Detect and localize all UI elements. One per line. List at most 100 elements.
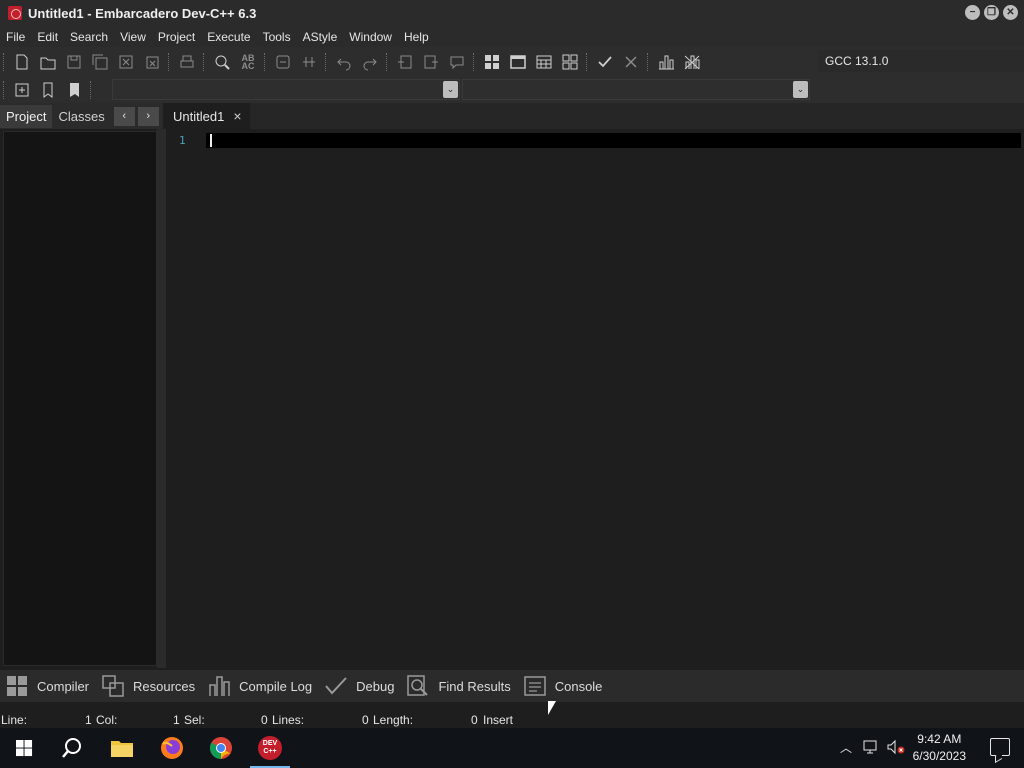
compile-run-icon[interactable] [531,50,557,74]
tab-classes[interactable]: Classes [52,105,110,128]
status-mode: Insert [483,713,514,727]
comment-icon[interactable] [444,50,470,74]
chevron-up-icon[interactable]: ︿ [840,739,852,756]
menu-tools[interactable]: Tools [257,30,297,44]
firefox-icon[interactable] [148,728,196,768]
compile-icon[interactable] [479,50,505,74]
member-combo[interactable]: ⌄ [462,79,810,100]
new-file-icon[interactable] [9,50,35,74]
undo-icon[interactable] [331,50,357,74]
menu-window[interactable]: Window [343,30,398,44]
project-tree[interactable] [3,131,157,666]
save-icon[interactable] [61,50,87,74]
menu-edit[interactable]: Edit [31,30,64,44]
tab-project[interactable]: Project [0,104,53,128]
close-tab-icon[interactable]: × [233,108,241,124]
file-explorer-icon[interactable] [98,728,146,768]
chevron-left-icon[interactable]: ‹ [113,106,135,126]
tab-compile-log-label: Compile Log [239,678,313,694]
find-next-icon[interactable] [270,50,296,74]
network-icon[interactable] [862,739,880,758]
system-clock[interactable]: 9:42 AM 6/30/2023 [913,731,966,765]
profile-icon[interactable] [653,50,679,74]
toolbar-grip[interactable] [264,52,266,71]
toolbar-grip[interactable] [647,52,649,71]
bookmark-toggle-icon[interactable] [35,78,61,102]
indent-icon[interactable] [392,50,418,74]
tab-untitled1[interactable]: Untitled1 × [165,103,250,129]
tab-compiler[interactable]: Compiler [0,673,96,699]
toolbar-grip[interactable] [3,80,5,99]
replace-icon[interactable]: AB AC [235,50,261,74]
current-line-highlight [206,133,1021,148]
redo-icon[interactable] [357,50,383,74]
compiler-grid-icon [7,676,27,696]
close-window-icon[interactable]: ✕ [1003,5,1018,20]
class-combo[interactable]: ⌄ [112,79,460,100]
chevron-down-icon[interactable]: ⌄ [443,81,458,98]
devcpp-icon[interactable]: DEV C++ [246,728,294,768]
tab-compile-log[interactable]: Compile Log [202,673,319,699]
window-controls: − ❐ ✕ [965,5,1018,20]
rebuild-icon[interactable] [557,50,583,74]
menu-project[interactable]: Project [152,30,201,44]
chevron-down-icon[interactable]: ⌄ [793,81,808,98]
toolbar-grip[interactable] [386,52,388,71]
unindent-icon[interactable] [418,50,444,74]
toolbar-grip[interactable] [586,52,588,71]
status-sel-label: Sel: [184,713,205,727]
goto-bookmark-icon[interactable] [61,78,87,102]
volume-muted-icon[interactable] [886,739,906,758]
menu-astyle[interactable]: AStyle [297,30,344,44]
close-icon[interactable] [113,50,139,74]
compiler-select[interactable]: GCC 13.1.0 [818,50,1024,72]
toolbar-grip[interactable] [203,52,205,71]
devcpp-app-icon[interactable] [8,6,22,20]
menu-help[interactable]: Help [398,30,435,44]
goto-line-icon[interactable] [296,50,322,74]
chevron-right-icon[interactable]: › [137,106,159,126]
code-editor[interactable]: 1 [165,129,1024,668]
start-icon[interactable] [0,728,48,768]
window-title: Untitled1 - Embarcadero Dev-C++ 6.3 [28,5,257,21]
editor-tabs: Untitled1 × [165,103,1024,129]
console-icon [523,676,546,696]
syntax-check-icon[interactable] [592,50,618,74]
print-icon[interactable] [174,50,200,74]
tab-debug[interactable]: Debug [319,673,401,699]
clock-date: 6/30/2023 [912,749,966,763]
toolbar-grip[interactable] [3,52,5,71]
chrome-icon[interactable] [197,728,245,768]
notification-icon[interactable] [990,738,1010,756]
find-icon[interactable] [209,50,235,74]
toolbar-grip[interactable] [325,52,327,71]
menu-execute[interactable]: Execute [201,30,256,44]
close-all-icon[interactable] [139,50,165,74]
windows-taskbar: DEV C++ ︿ 9:42 AM 6/30/2023 [0,728,1024,768]
save-all-icon[interactable] [87,50,113,74]
status-lines-value: 0 [362,713,369,727]
mouse-pointer [548,701,556,715]
restore-icon[interactable]: ❐ [984,5,999,20]
open-file-icon[interactable] [35,50,61,74]
toolbar-grip[interactable] [90,80,92,99]
menu-file[interactable]: File [0,30,31,44]
run-icon[interactable] [505,50,531,74]
insert-icon[interactable] [9,78,35,102]
search-icon[interactable] [48,728,96,768]
toolbar-grip[interactable] [473,52,475,71]
tab-console[interactable]: Console [518,673,610,699]
minimize-icon[interactable]: − [965,5,980,20]
clock-time: 9:42 AM [917,732,962,746]
menu-view[interactable]: View [114,30,152,44]
toolbar-grip[interactable] [168,52,170,71]
status-length-value: 0 [471,713,478,727]
tab-find-results[interactable]: Find Results [401,673,517,699]
tab-resources[interactable]: Resources [96,673,202,699]
status-line-label: Line: [1,713,28,727]
panel-splitter[interactable] [157,129,165,668]
delete-profile-icon[interactable] [679,50,705,74]
menu-search[interactable]: Search [64,30,114,44]
stop-icon[interactable] [618,50,644,74]
line-number: 1 [179,134,186,147]
